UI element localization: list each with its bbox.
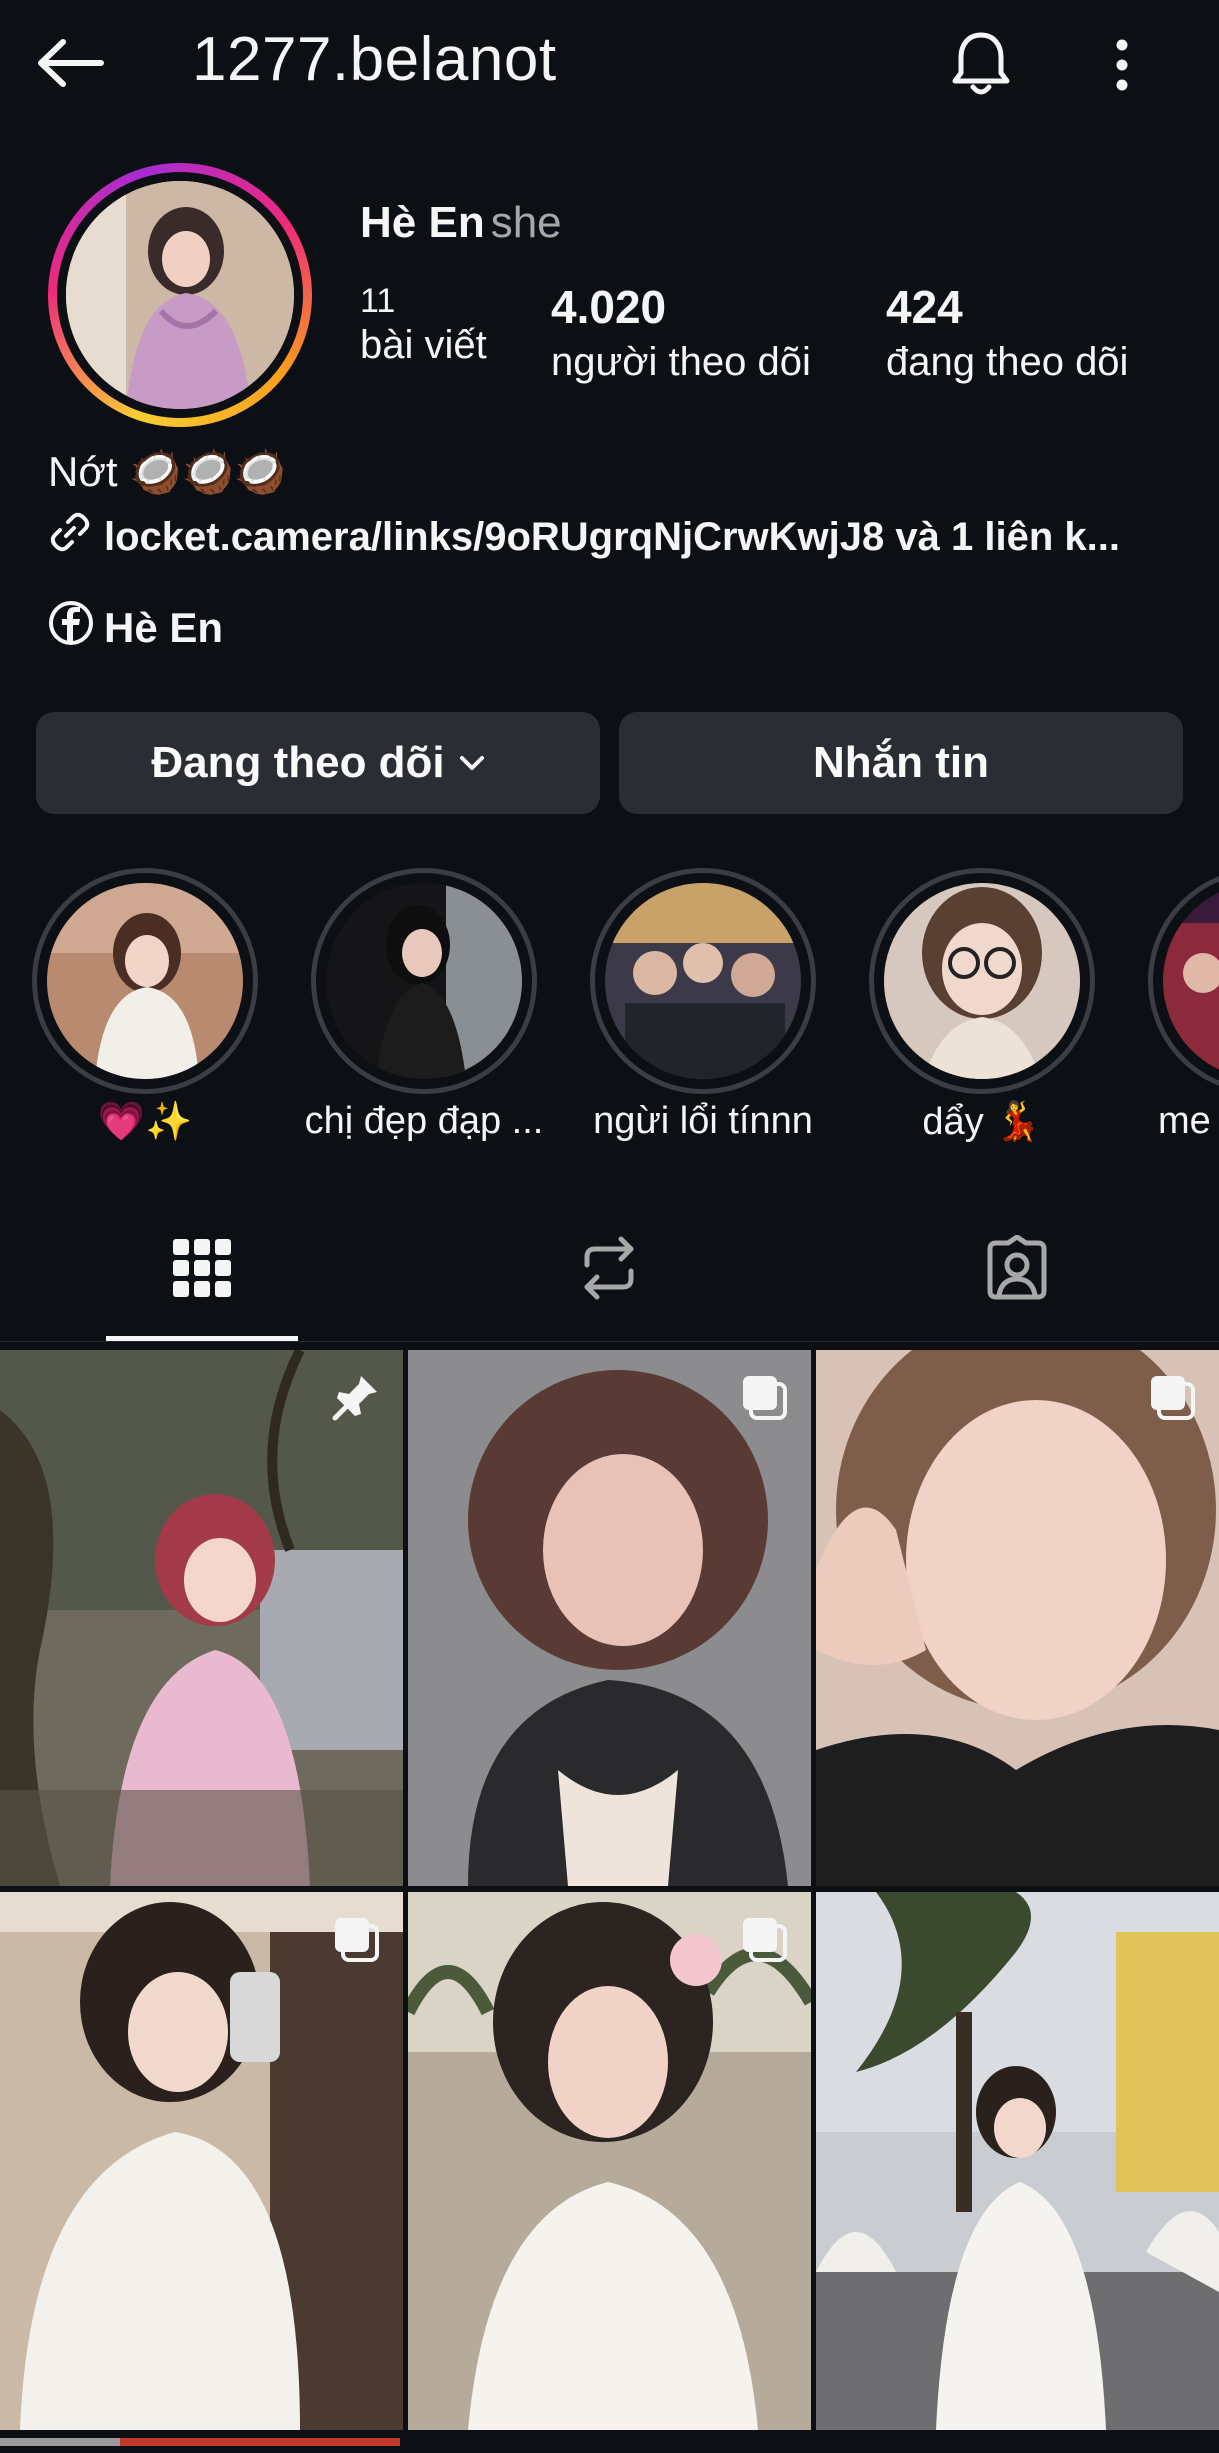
- chevron-down-icon: [459, 754, 485, 772]
- bio-link-text: locket.camera/links/9oRUgrqNjCrwKwjJ8 và…: [104, 514, 1120, 559]
- carousel-icon: [739, 1914, 789, 1969]
- pin-icon: [331, 1372, 381, 1427]
- highlight-cover: [326, 883, 522, 1079]
- tagged-person-icon: [984, 1234, 1050, 1306]
- highlight-item[interactable]: [1148, 868, 1219, 1094]
- following-button[interactable]: Đang theo dõi: [36, 712, 600, 814]
- highlight-cover: [47, 883, 243, 1079]
- media-progress-bar: [0, 2434, 1219, 2453]
- bio-text: Nớt 🥥🥥🥥: [48, 448, 287, 495]
- facebook-name: Hè En: [104, 604, 224, 651]
- display-name: Hè En she: [360, 198, 562, 248]
- highlight-label: chị đẹp đạp ...: [304, 1100, 544, 1142]
- highlight-cover: [884, 883, 1080, 1079]
- posts-label: bài viết: [360, 323, 487, 367]
- followers-count: 4.020: [551, 281, 667, 333]
- posts-stat: 11 bài viết: [360, 282, 487, 368]
- post-thumbnail[interactable]: [0, 1892, 403, 2430]
- back-arrow-icon[interactable]: [30, 28, 110, 98]
- bio-link[interactable]: locket.camera/links/9oRUgrqNjCrwKwjJ8 và…: [48, 510, 1120, 564]
- bell-icon[interactable]: [946, 26, 1016, 102]
- highlight-cover: [605, 883, 801, 1079]
- highlight-label: ngừi lổi tínnn: [593, 1100, 813, 1142]
- link-icon: [48, 510, 92, 564]
- posts-count: 11: [360, 282, 396, 320]
- profile-avatar-story-ring[interactable]: [48, 163, 312, 427]
- carousel-icon: [1147, 1372, 1197, 1427]
- post-thumbnail[interactable]: [816, 1892, 1219, 2430]
- followers-stat[interactable]: 4.020 người theo dõi: [551, 280, 811, 385]
- following-count: 424: [886, 281, 963, 333]
- profile-username: 1277.belanot: [192, 25, 557, 94]
- more-vertical-icon[interactable]: [1102, 30, 1142, 100]
- highlight-item[interactable]: [869, 868, 1095, 1094]
- carousel-icon: [739, 1372, 789, 1427]
- avatar: [66, 181, 294, 409]
- grid-icon: [173, 1238, 231, 1302]
- message-button[interactable]: Nhắn tin: [619, 712, 1183, 814]
- highlight-label: 💗✨: [97, 1101, 193, 1143]
- highlight-cover: [1163, 883, 1219, 1079]
- tab-reposts[interactable]: [559, 1230, 659, 1310]
- repost-icon: [579, 1235, 639, 1306]
- highlight-label: me: [1158, 1100, 1211, 1142]
- highlight-item[interactable]: [590, 868, 816, 1094]
- message-button-label: Nhắn tin: [813, 738, 989, 787]
- highlight-item[interactable]: [32, 868, 258, 1094]
- facebook-link[interactable]: Hè En: [48, 600, 223, 656]
- post-thumbnail[interactable]: [408, 1350, 811, 1886]
- tab-divider: [0, 1341, 1219, 1342]
- display-name-text: Hè En: [360, 198, 485, 247]
- top-app-bar: 1277.belanot: [0, 0, 1219, 130]
- tab-posts-grid[interactable]: [152, 1230, 252, 1310]
- pronoun: she: [490, 198, 562, 247]
- highlight-item[interactable]: [311, 868, 537, 1094]
- post-thumbnail[interactable]: [816, 1350, 1219, 1886]
- followers-label: người theo dõi: [551, 340, 811, 384]
- post-thumbnail[interactable]: [0, 1350, 403, 1886]
- highlight-label: dẩy 💃: [922, 1101, 1042, 1143]
- following-button-label: Đang theo dõi: [151, 738, 445, 787]
- carousel-icon: [331, 1914, 381, 1969]
- following-label: đang theo dõi: [886, 340, 1129, 384]
- post-thumbnail[interactable]: [408, 1892, 811, 2430]
- tab-tagged[interactable]: [967, 1230, 1067, 1310]
- facebook-icon: [48, 600, 94, 656]
- following-stat[interactable]: 424 đang theo dõi: [886, 280, 1128, 385]
